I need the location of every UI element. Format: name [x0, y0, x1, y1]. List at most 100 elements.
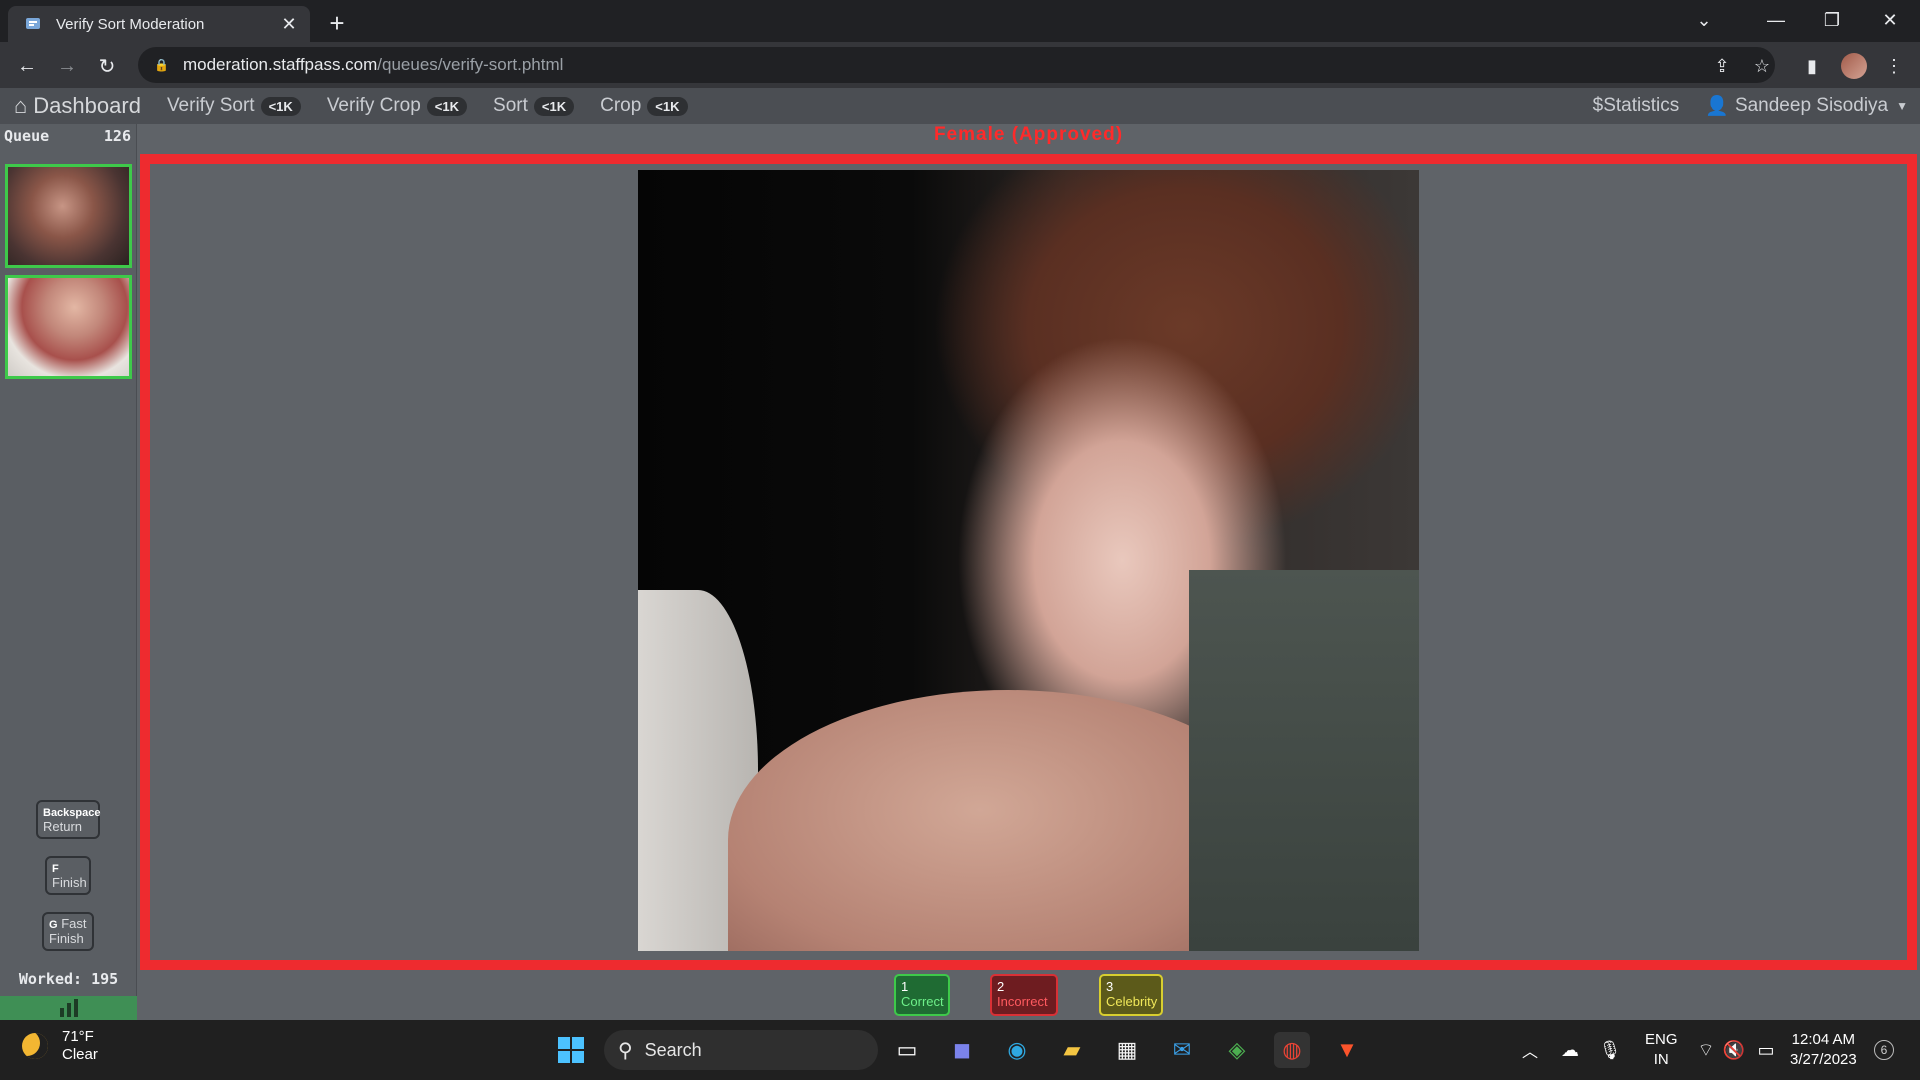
back-button[interactable]: ← [11, 50, 43, 82]
lock-icon: 🔒 [154, 58, 169, 72]
queue-thumbnail[interactable] [5, 164, 132, 268]
search-icon: ⚲ [618, 1039, 633, 1062]
reload-button[interactable]: ↻ [91, 50, 123, 82]
windows-taskbar: 71°F Clear ⚲ Search ▭ ◼ ◉ ▰ ▦ ✉ ◈ ◍ ▼ ︿ … [0, 1020, 1920, 1080]
bar-chart-icon [59, 999, 78, 1017]
photo-region [1189, 570, 1419, 951]
taskbar-search[interactable]: ⚲ Search [604, 1030, 878, 1070]
key-hint: 2 [997, 979, 1005, 994]
onedrive-icon[interactable]: ☁ [1552, 1032, 1588, 1068]
forward-button[interactable]: → [51, 50, 83, 82]
volume-muted-icon[interactable]: 🔇 [1716, 1032, 1752, 1068]
key-action: Return [43, 819, 83, 834]
language-indicator[interactable]: ENG IN [1645, 1030, 1678, 1070]
browser-menu-icon[interactable]: ⋮ [1878, 50, 1910, 82]
share-icon[interactable]: ⇪ [1706, 50, 1738, 82]
return-button[interactable]: Backspace Return [36, 800, 101, 839]
bookmark-star-icon[interactable]: ☆ [1746, 50, 1778, 82]
browser-toolbar: ← → ↻ 🔒 moderation.staffpass.com/queues/… [0, 42, 1920, 88]
close-window-button[interactable]: ✕ [1862, 0, 1918, 40]
mail-icon[interactable]: ✉ [1164, 1032, 1200, 1068]
browser-tab[interactable]: Verify Sort Moderation ✕ [8, 6, 310, 42]
user-icon: 👤 [1705, 96, 1729, 117]
count-badge: <1K [647, 96, 688, 116]
rating-label: Incorrect [997, 994, 1048, 1009]
queue-count: 126 [103, 127, 131, 145]
key-hint: 3 [1106, 979, 1114, 994]
statistics-label: Statistics [1603, 95, 1680, 116]
user-name: Sandeep Sisodiya [1734, 95, 1889, 116]
queue-thumbnail[interactable] [5, 275, 132, 379]
key-action: Finish [52, 875, 87, 890]
nav-item-label: Crop [600, 95, 642, 116]
dashboard-link[interactable]: ⌂ Dashboard [14, 93, 141, 119]
battery-icon[interactable]: ▭ [1748, 1032, 1784, 1068]
nav-item-label: Sort [493, 95, 528, 116]
user-menu[interactable]: 👤 Sandeep Sisodiya ▼ [1705, 94, 1908, 118]
tray-overflow-icon[interactable]: ︿ [1512, 1032, 1548, 1068]
notification-count-badge[interactable]: 6 [1874, 1040, 1894, 1060]
nav-item-label: Verify Sort [166, 95, 255, 116]
tab-title: Verify Sort Moderation [56, 15, 205, 33]
rating-label: Celebrity [1106, 994, 1158, 1009]
nav-verify-sort[interactable]: Verify Sort <1K [167, 95, 301, 117]
brave-icon[interactable]: ▼ [1329, 1032, 1365, 1068]
fast-finish-button[interactable]: G Fast Finish [42, 912, 94, 951]
edge-icon[interactable]: ◉ [999, 1032, 1035, 1068]
worked-count: Worked: 195 [18, 970, 119, 988]
dollar-icon: $ [1592, 95, 1604, 116]
queue-sidebar: Queue 126 Backspace Return F Finish G Fa… [0, 124, 137, 1020]
chrome-icon[interactable]: ◍ [1274, 1032, 1310, 1068]
side-panel-icon[interactable]: ▮ [1796, 50, 1828, 82]
classification-status: Female (Approved) [933, 124, 1124, 145]
region-code: IN [1653, 1051, 1669, 1068]
nav-sort[interactable]: Sort <1K [493, 95, 575, 117]
clock-time: 12:04 AM [1791, 1031, 1856, 1048]
store-icon[interactable]: ▦ [1109, 1032, 1145, 1068]
queue-label: Queue [4, 127, 50, 145]
microphone-icon[interactable]: 🎙 [1592, 1032, 1628, 1068]
count-badge: <1K [533, 96, 575, 116]
language-code: ENG [1645, 1031, 1678, 1048]
tab-favicon-icon [24, 14, 44, 34]
clock[interactable]: 12:04 AM 3/27/2023 [1790, 1030, 1857, 1070]
key-hint: 1 [901, 979, 909, 994]
review-image [638, 170, 1419, 951]
minimize-button[interactable]: — [1748, 0, 1804, 40]
start-icon[interactable] [553, 1032, 589, 1068]
rating-label: Correct [901, 994, 944, 1009]
address-bar[interactable]: 🔒 moderation.staffpass.com/queues/verify… [138, 47, 1775, 83]
url-path: /queues/verify-sort.phtml [377, 55, 564, 74]
temperature: 71°F [62, 1028, 94, 1045]
celebrity-button[interactable]: 3 Celebrity [1099, 974, 1163, 1016]
stats-chart-button[interactable] [0, 996, 137, 1020]
queue-header: Queue 126 [0, 124, 136, 145]
nav-crop[interactable]: Crop <1K [600, 95, 688, 117]
file-explorer-icon[interactable]: ▰ [1054, 1032, 1090, 1068]
restore-button[interactable]: ❐ [1804, 0, 1860, 40]
home-icon: ⌂ [14, 93, 28, 118]
tab-search-icon[interactable]: ⌄ [1676, 0, 1732, 40]
weather-widget[interactable]: 71°F Clear [22, 1028, 98, 1064]
dashboard-label: Dashboard [33, 93, 141, 118]
teams-chat-icon[interactable]: ◼ [944, 1032, 980, 1068]
clock-date: 3/27/2023 [1790, 1051, 1857, 1068]
count-badge: <1K [260, 96, 301, 116]
browser-tabbar: Verify Sort Moderation ✕ + ⌄ — ❐ ✕ [0, 0, 1920, 42]
count-badge: <1K [426, 96, 468, 116]
url-host: moderation.staffpass.com [182, 55, 378, 74]
search-label: Search [644, 1039, 702, 1060]
nav-statistics[interactable]: $ Statistics [1593, 95, 1680, 117]
nav-item-label: Verify Crop [326, 95, 421, 116]
photos-app-icon[interactable]: ◈ [1219, 1032, 1255, 1068]
new-tab-button[interactable]: + [322, 8, 352, 38]
tab-close-icon[interactable]: ✕ [278, 13, 300, 35]
incorrect-button[interactable]: 2 Incorrect [990, 974, 1058, 1016]
task-view-icon[interactable]: ▭ [889, 1032, 925, 1068]
correct-button[interactable]: 1 Correct [894, 974, 950, 1016]
profile-avatar[interactable] [1838, 50, 1870, 82]
nav-verify-crop[interactable]: Verify Crop <1K [326, 95, 468, 117]
finish-button[interactable]: F Finish [45, 856, 91, 895]
app-navbar: ⌂ Dashboard Verify Sort <1K Verify Crop … [0, 88, 1920, 124]
key-hint: F [52, 863, 59, 875]
